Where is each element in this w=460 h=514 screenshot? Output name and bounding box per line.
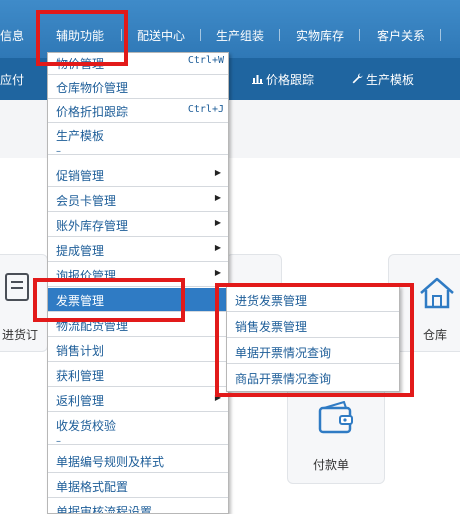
highlight-box-invoice-item (33, 278, 185, 322)
menu-item-profit[interactable]: 获利管理 (48, 363, 228, 387)
toolbar-item-payable[interactable]: 应付 (0, 71, 24, 88)
warehouse-label: 仓库 (423, 328, 448, 342)
menu-item-off-book-inventory[interactable]: 账外库存管理 ▶ (48, 213, 228, 237)
house-icon (419, 277, 455, 312)
nav-item-info[interactable]: 信息 (0, 27, 24, 44)
submenu-arrow-icon: ▶ (214, 243, 221, 252)
highlight-box-submenu (215, 283, 414, 397)
submenu-arrow-icon: ▶ (214, 268, 221, 277)
shortcut-label: Ctrl+J (187, 104, 224, 115)
purchase-order-label: 进货订 (2, 328, 39, 342)
menu-item-sales-plan[interactable]: 销售计划 (48, 338, 228, 362)
menu-item-production-template[interactable]: 生产模板 (48, 123, 228, 147)
nav-separator (359, 29, 360, 41)
bar-chart-icon (252, 74, 263, 87)
submenu-arrow-icon: ▶ (214, 168, 221, 177)
wallet-icon (318, 400, 354, 438)
menu-separator: – (48, 436, 228, 447)
submenu-arrow-icon: ▶ (214, 218, 221, 227)
highlight-box-nav (36, 10, 128, 66)
menu-item-warehouse-price[interactable]: 仓库物价管理 (48, 75, 228, 99)
menu-item-membership-card[interactable]: 会员卡管理 ▶ (48, 188, 228, 212)
submenu-arrow-icon: ▶ (214, 193, 221, 202)
nav-separator (200, 29, 201, 41)
shortcut-label: Ctrl+W (187, 55, 224, 66)
payment-label: 付款单 (313, 458, 350, 472)
nav-separator (279, 29, 280, 41)
nav-item-physical-inventory[interactable]: 实物库存 (296, 27, 344, 44)
menu-item-document-format[interactable]: 单据格式配置 (48, 474, 228, 498)
nav-item-distribution-center[interactable]: 配送中心 (137, 27, 185, 44)
menu-item-shipping-verification[interactable]: 收发货校验 (48, 413, 228, 437)
nav-item-customer-relations[interactable]: 客户关系 (377, 27, 425, 44)
menu-item-document-numbering[interactable]: 单据编号规则及样式 (48, 449, 228, 473)
toolbar-item-label: 生产模板 (366, 73, 415, 87)
toolbar-item-production-template[interactable]: 生产模板 (352, 71, 414, 88)
toolbar-item-price-tracking[interactable]: 价格跟踪 (252, 71, 314, 88)
menu-item-promotion[interactable]: 促销管理 ▶ (48, 163, 228, 187)
wrench-icon (352, 73, 363, 87)
menu-item-price-discount-tracking[interactable]: 价格折扣跟踪 Ctrl+J (48, 99, 228, 123)
menu-separator: – (48, 146, 228, 157)
toolbar-item-label: 价格跟踪 (266, 73, 315, 87)
document-icon (5, 273, 31, 306)
nav-item-production-assembly[interactable]: 生产组装 (216, 27, 264, 44)
nav-separator (440, 29, 441, 41)
menu-item-commission[interactable]: 提成管理 ▶ (48, 238, 228, 262)
menu-item-rebate[interactable]: 返利管理 ▶ (48, 388, 228, 412)
